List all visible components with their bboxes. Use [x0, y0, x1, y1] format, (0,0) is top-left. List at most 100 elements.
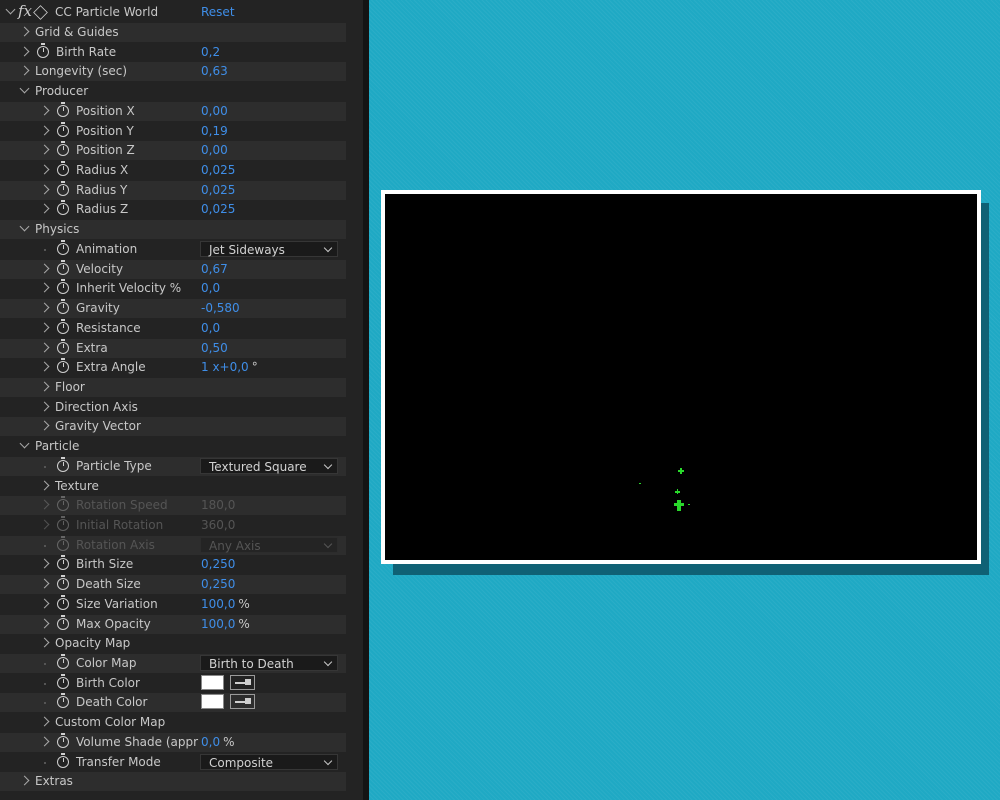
property-row-position-y[interactable]: Position Y 0,19: [0, 121, 363, 141]
value-text[interactable]: 0,67: [201, 262, 228, 276]
property-row-gravity[interactable]: Gravity -0,580: [0, 299, 363, 319]
value-text[interactable]: 0,025: [201, 202, 235, 216]
eyedropper-icon[interactable]: [230, 694, 255, 710]
chevron-right-icon[interactable]: [39, 637, 50, 648]
property-value[interactable]: 0,025: [201, 202, 235, 216]
property-row-direction-axis[interactable]: Direction Axis: [0, 398, 363, 417]
value-text[interactable]: 1 x+0,0: [201, 360, 249, 374]
stopwatch-icon[interactable]: [37, 42, 49, 58]
value-text[interactable]: -0,580: [201, 301, 240, 315]
property-row-extra-angle[interactable]: Extra Angle 1 x+0,0 °: [0, 358, 363, 377]
property-value[interactable]: 0,2: [201, 45, 220, 59]
property-row-extra[interactable]: Extra 0,50: [0, 338, 363, 358]
chevron-right-icon[interactable]: [39, 716, 50, 727]
value-text[interactable]: 0,250: [201, 577, 235, 591]
reset-link[interactable]: Reset: [201, 5, 235, 19]
chevron-right-icon[interactable]: [39, 361, 50, 372]
value-text[interactable]: 0,19: [201, 124, 228, 138]
property-row-floor[interactable]: Floor: [0, 377, 363, 397]
property-row-birth-rate[interactable]: Birth Rate 0,2: [0, 42, 363, 62]
chevron-right-icon[interactable]: [39, 401, 50, 412]
stopwatch-icon[interactable]: [57, 456, 69, 472]
property-row-position-z[interactable]: Position Z 0,00: [0, 141, 363, 161]
value-text[interactable]: 0,2: [201, 45, 220, 59]
property-row-velocity[interactable]: Velocity 0,67: [0, 259, 363, 279]
chevron-right-icon[interactable]: [39, 125, 50, 136]
composition-viewer[interactable]: [385, 194, 977, 560]
property-value[interactable]: 180,0: [201, 498, 235, 512]
stopwatch-icon[interactable]: [57, 535, 69, 551]
stopwatch-icon[interactable]: [57, 299, 69, 315]
property-row-radius-z[interactable]: Radius Z 0,025: [0, 200, 363, 219]
property-value[interactable]: 0,00: [201, 143, 228, 157]
color-map-dropdown[interactable]: Birth to Death: [200, 655, 338, 672]
property-row-grid-guides[interactable]: Grid & Guides: [0, 23, 363, 42]
property-value[interactable]: 0,50: [201, 341, 228, 355]
property-value[interactable]: 0,250: [201, 577, 235, 591]
stopwatch-icon[interactable]: [57, 180, 69, 196]
chevron-down-icon[interactable]: [19, 438, 30, 449]
stopwatch-icon[interactable]: [57, 318, 69, 334]
property-row-rotation-speed[interactable]: Rotation Speed 180,0: [0, 496, 363, 516]
property-row-transfer-mode[interactable]: Transfer Mode Composite: [0, 752, 363, 772]
property-row-resistance[interactable]: Resistance 0,0: [0, 318, 363, 338]
stopwatch-icon[interactable]: [57, 259, 69, 275]
property-value[interactable]: 0,250: [201, 557, 235, 571]
chevron-right-icon[interactable]: [39, 558, 50, 569]
chevron-down-icon[interactable]: [5, 4, 16, 15]
stopwatch-icon[interactable]: [57, 358, 69, 374]
property-row-producer[interactable]: Producer: [0, 82, 363, 101]
chevron-right-icon[interactable]: [19, 46, 30, 57]
property-value[interactable]: 0,025: [201, 183, 235, 197]
property-row-death-color[interactable]: Death Color: [0, 693, 363, 713]
chevron-down-icon[interactable]: [19, 83, 30, 94]
stopwatch-icon[interactable]: [57, 732, 69, 748]
property-row-particle[interactable]: Particle: [0, 437, 363, 456]
transfer-mode-dropdown[interactable]: Composite: [200, 753, 338, 770]
particle-type-dropdown[interactable]: Textured Square: [200, 457, 338, 474]
property-row-texture[interactable]: Texture: [0, 477, 363, 496]
value-text[interactable]: 0,025: [201, 163, 235, 177]
stopwatch-icon[interactable]: [57, 101, 69, 117]
property-row-birth-size[interactable]: Birth Size 0,250: [0, 555, 363, 574]
chevron-right-icon[interactable]: [39, 322, 50, 333]
stopwatch-icon[interactable]: [57, 555, 69, 571]
value-text[interactable]: 180,0: [201, 498, 235, 512]
chevron-right-icon[interactable]: [39, 282, 50, 293]
property-value[interactable]: 100,0%: [201, 617, 250, 631]
property-value[interactable]: 0,0: [201, 321, 220, 335]
property-row-extras[interactable]: Extras: [0, 772, 363, 792]
property-row-inherit-velocity[interactable]: Inherit Velocity % 0,0: [0, 279, 363, 298]
property-row-particle-type[interactable]: Particle Type Textured Square: [0, 456, 363, 476]
stopwatch-icon[interactable]: [57, 516, 69, 531]
chevron-right-icon[interactable]: [39, 164, 50, 175]
fx-toggle-icon[interactable]: fx: [18, 2, 32, 20]
effect-header-row[interactable]: fx CC Particle World Reset: [0, 2, 363, 22]
property-value[interactable]: 0,0: [201, 281, 220, 295]
property-row-radius-y[interactable]: Radius Y 0,025: [0, 180, 363, 200]
chevron-right-icon[interactable]: [39, 519, 50, 530]
color-swatch[interactable]: [201, 674, 224, 690]
property-value[interactable]: 0,0%: [201, 735, 235, 749]
stopwatch-icon[interactable]: [57, 121, 69, 137]
stopwatch-icon[interactable]: [57, 752, 69, 768]
value-text[interactable]: 0,50: [201, 341, 228, 355]
color-swatch[interactable]: [201, 694, 224, 710]
stopwatch-icon[interactable]: [57, 614, 69, 630]
property-row-initial-rotation[interactable]: Initial Rotation 360,0: [0, 516, 363, 535]
property-row-size-variation[interactable]: Size Variation 100,0%: [0, 594, 363, 614]
stopwatch-icon[interactable]: [57, 279, 69, 295]
property-row-volume-shade[interactable]: Volume Shade (appr 0,0%: [0, 732, 363, 752]
property-row-max-opacity[interactable]: Max Opacity 100,0%: [0, 614, 363, 634]
property-value[interactable]: 0,00: [201, 104, 228, 118]
property-row-opacity-map[interactable]: Opacity Map: [0, 634, 363, 653]
property-row-physics[interactable]: Physics: [0, 220, 363, 240]
stopwatch-icon[interactable]: [57, 594, 69, 610]
value-text[interactable]: 0,0: [201, 321, 220, 335]
property-row-color-map[interactable]: Color Map Birth to Death: [0, 654, 363, 674]
property-row-radius-x[interactable]: Radius X 0,025: [0, 161, 363, 180]
property-value[interactable]: -0,580: [201, 301, 240, 315]
value-text[interactable]: 0,63: [201, 64, 228, 78]
value-text[interactable]: 100,0: [201, 617, 235, 631]
value-text[interactable]: 0,00: [201, 143, 228, 157]
